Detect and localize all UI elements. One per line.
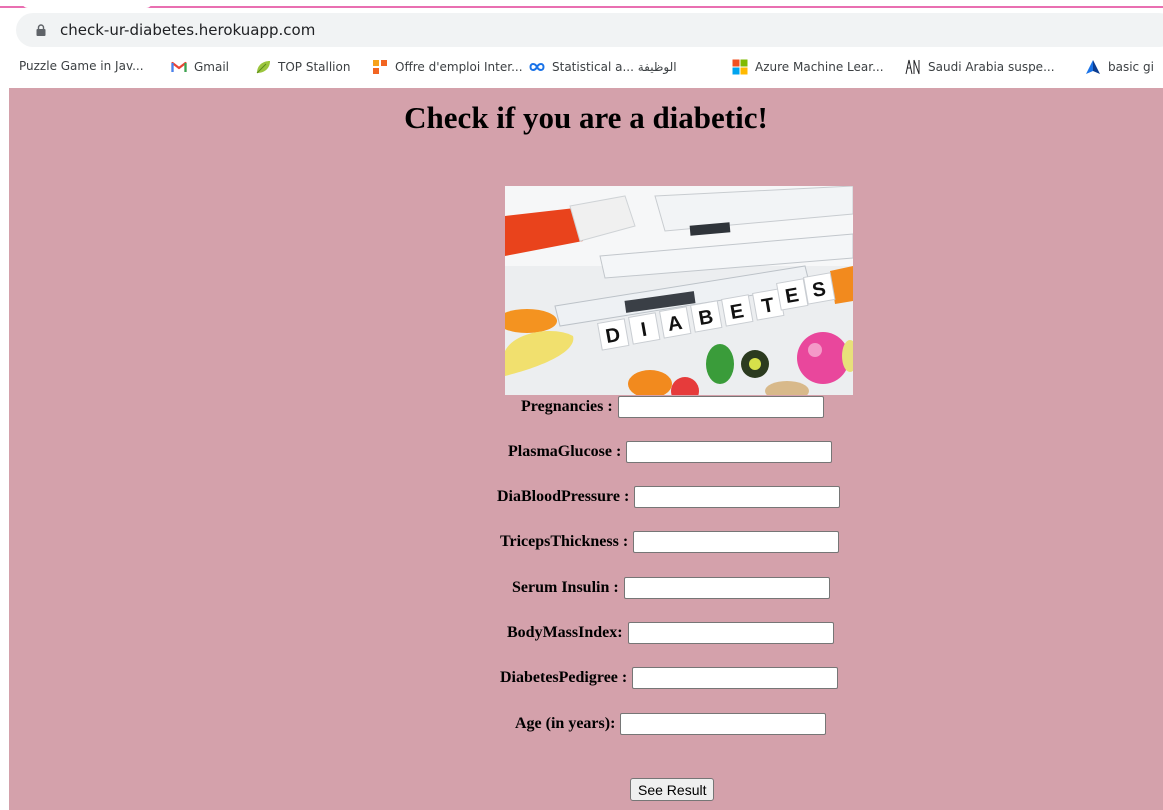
bookmark-azure-ml[interactable]: Azure Machine Lear... <box>732 59 884 75</box>
bookmark-label: Offre d'emploi Inter... <box>395 60 523 74</box>
field-label: BodyMassIndex: <box>507 624 623 641</box>
serum-insulin-row: Serum Insulin : <box>512 576 830 600</box>
field-label: TricepsThickness : <box>500 533 629 550</box>
bookmark-label: Azure Machine Lear... <box>755 60 884 74</box>
tab-accent-line <box>0 6 1163 8</box>
infinity-icon <box>529 63 545 71</box>
triangle-icon <box>1086 60 1100 74</box>
field-label: PlasmaGlucose : <box>508 443 622 460</box>
diabetes-photo: D I A B E T E S <box>505 186 853 395</box>
leaf-icon <box>256 61 270 74</box>
field-label: Serum Insulin : <box>512 579 619 596</box>
bookmark-label: Statistical a... الوظيفة <box>552 60 677 74</box>
dia-blood-pressure-row: DiaBloodPressure : <box>497 485 841 509</box>
gmail-icon <box>171 61 187 72</box>
field-label: Age (in years): <box>515 715 616 732</box>
page-title: Check if you are a diabetic! <box>404 100 768 135</box>
age-row: Age (in years): <box>515 712 827 736</box>
serum-insulin-input[interactable] <box>623 577 830 599</box>
plasma-glucose-row: PlasmaGlucose : <box>508 440 833 464</box>
field-label: Pregnancies : <box>521 398 613 415</box>
bookmark-puzzle-game[interactable]: Puzzle Game in Jav... <box>19 59 144 73</box>
body-mass-index-row: BodyMassIndex: <box>507 621 834 645</box>
lock-icon <box>36 24 46 36</box>
age-input[interactable] <box>620 713 827 735</box>
bookmark-statistical[interactable]: Statistical a... الوظيفة <box>529 59 677 75</box>
field-label: DiabetesPedigree : <box>500 669 628 686</box>
pregnancies-row: Pregnancies : <box>521 395 824 419</box>
bookmark-offre-emploi[interactable]: Offre d'emploi Inter... <box>372 59 523 75</box>
triceps-thickness-row: TricepsThickness : <box>500 530 840 554</box>
active-tab[interactable] <box>22 0 152 8</box>
windows-grid-icon <box>732 59 748 75</box>
triceps-thickness-input[interactable] <box>633 531 840 553</box>
orange-flag-icon <box>373 60 387 74</box>
body-mass-index-input[interactable] <box>627 622 834 644</box>
bookmark-label: basic gi <box>1108 60 1154 74</box>
an-logo-icon <box>905 59 920 75</box>
url-text: check-ur-diabetes.herokuapp.com <box>60 21 316 39</box>
plasma-glucose-input[interactable] <box>626 441 833 463</box>
bookmark-basic[interactable]: basic gi <box>1085 59 1154 75</box>
field-label: DiaBloodPressure : <box>497 488 630 505</box>
bookmark-label: Puzzle Game in Jav... <box>19 59 144 73</box>
diabetes-pedigree-input[interactable] <box>632 667 839 689</box>
diabetes-pedigree-row: DiabetesPedigree : <box>500 666 839 690</box>
bookmark-label: Saudi Arabia suspe... <box>928 60 1055 74</box>
bookmarks-bar: Puzzle Game in Jav... Gmail TOP Stallion <box>0 55 1163 81</box>
browser-chrome: check-ur-diabetes.herokuapp.com Puzzle G… <box>0 0 1163 88</box>
bookmark-saudi-arabia[interactable]: Saudi Arabia suspe... <box>905 59 1055 75</box>
bookmark-label: Gmail <box>194 60 230 74</box>
bookmark-top-stallion[interactable]: TOP Stallion <box>255 59 350 75</box>
see-result-button[interactable]: See Result <box>630 778 715 801</box>
address-bar[interactable]: check-ur-diabetes.herokuapp.com <box>16 13 1163 47</box>
page-content: Check if you are a diabetic! D I A B E T… <box>9 88 1163 810</box>
pregnancies-input[interactable] <box>617 396 824 418</box>
bookmark-label: TOP Stallion <box>278 60 351 74</box>
bookmark-gmail[interactable]: Gmail <box>171 59 229 75</box>
dia-blood-pressure-input[interactable] <box>634 486 841 508</box>
